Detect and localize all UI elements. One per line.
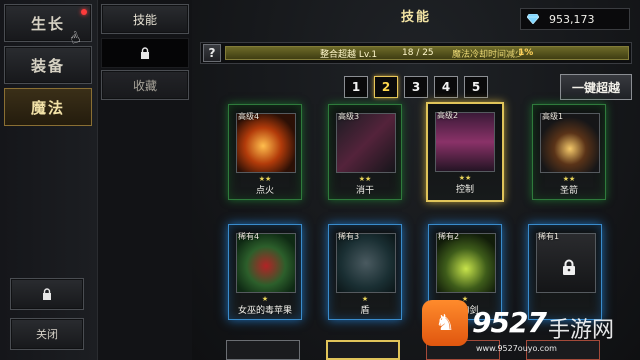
skill-card-poison-apple[interactable]: 稀有4 ★ 女巫的毒苹果 xyxy=(228,224,302,320)
sub-tab-column: 技能 收藏 xyxy=(98,0,192,360)
lock-icon xyxy=(563,259,575,275)
menu-item-growth-label: 生长 xyxy=(30,14,65,33)
skill-rarity: 高级3 xyxy=(338,112,360,121)
menu-item-equipment[interactable]: 装备 xyxy=(4,46,92,84)
skill-card-drain[interactable]: 高级3 ★★ 消干 xyxy=(328,104,402,200)
skill-name: 控制 xyxy=(455,185,474,195)
transcendence-progress: 整合超越 Lv.1 18 / 25 魔法冷却时间减少 1% xyxy=(225,46,629,60)
skill-name: 女巫的毒苹果 xyxy=(237,306,292,316)
skill-rarity: 稀有1 xyxy=(538,232,560,241)
help-button[interactable]: ? xyxy=(203,44,221,62)
watermark: ♞ 9527 手游网 www.9527ouyo.com xyxy=(422,300,632,358)
skill-art xyxy=(336,113,396,173)
lock-icon xyxy=(43,288,51,300)
skill-art xyxy=(336,233,396,293)
page-button-1[interactable]: 1 xyxy=(344,76,368,98)
gem-count: 953,173 xyxy=(549,12,595,26)
skill-rarity: 稀有3 xyxy=(338,232,360,241)
skill-card-control[interactable]: 高级2 ★★ 控制 xyxy=(426,102,504,202)
tab-collection[interactable]: 收藏 xyxy=(101,70,189,100)
skill-stars: ★★ xyxy=(458,174,472,182)
tab-skills-label: 技能 xyxy=(132,12,157,27)
diamond-icon xyxy=(527,14,539,24)
skill-rarity: 高级1 xyxy=(542,112,564,121)
skill-art xyxy=(540,113,600,173)
page-button-5[interactable]: 5 xyxy=(464,76,488,98)
menu-item-magic-label: 魔法 xyxy=(30,98,65,117)
lock-icon xyxy=(141,47,149,59)
watermark-number: 9527 xyxy=(472,306,547,339)
skill-rarity: 稀有2 xyxy=(438,232,460,241)
close-button[interactable]: 关闭 xyxy=(10,318,84,350)
skill-art xyxy=(436,233,496,293)
skill-rarity: 稀有4 xyxy=(238,232,260,241)
tab-locked[interactable] xyxy=(101,38,189,68)
effect-text: 魔法冷却时间减少 xyxy=(452,49,525,60)
watermark-text: 手游网 xyxy=(548,318,615,343)
transcendence-bar: ? 整合超越 Lv.1 18 / 25 魔法冷却时间减少 1% xyxy=(200,42,632,64)
left-menu: 生长 ☝ 装备 魔法 关闭 xyxy=(0,0,98,360)
skill-rarity: 高级4 xyxy=(238,112,260,121)
close-button-label: 关闭 xyxy=(36,328,58,341)
lock-button[interactable] xyxy=(10,278,84,310)
skill-art xyxy=(236,113,296,173)
skill-stars: ★ xyxy=(261,295,269,303)
skill-name: 点火 xyxy=(255,186,274,196)
transcendence-level: Lv.1 xyxy=(358,49,378,60)
ascend-all-button[interactable]: 一键超越 xyxy=(560,74,632,100)
skill-stars: ★★ xyxy=(258,175,272,183)
skill-card-ignite[interactable]: 高级4 ★★ 点火 xyxy=(228,104,302,200)
menu-item-equipment-label: 装备 xyxy=(30,56,65,75)
skill-stars: ★ xyxy=(361,295,369,303)
page-button-2[interactable]: 2 xyxy=(374,76,398,98)
skills-panel: 技能 953,173 ? 整合超越 Lv.1 18 / 25 魔法冷却时间减少 … xyxy=(192,0,640,360)
skill-name: 圣箭 xyxy=(559,186,578,196)
transcendence-label: 整合超越 xyxy=(320,49,357,60)
skill-card-holy-arrow[interactable]: 高级1 ★★ 圣箭 xyxy=(532,104,606,200)
skill-name: 盾 xyxy=(360,306,370,316)
skill-art xyxy=(236,233,296,293)
skill-stars: ★★ xyxy=(562,175,576,183)
skill-stars: ★★ xyxy=(358,175,372,183)
skill-name: 消干 xyxy=(355,186,374,196)
effect-percent: 1% xyxy=(518,48,534,58)
tab-skills[interactable]: 技能 xyxy=(101,4,189,34)
page-button-4[interactable]: 4 xyxy=(434,76,458,98)
skill-art xyxy=(435,112,495,172)
progress-text: 18 / 25 xyxy=(402,48,434,58)
gem-counter: 953,173 xyxy=(520,8,630,30)
horse-logo-icon: ♞ xyxy=(422,300,468,346)
skill-card-partial[interactable] xyxy=(326,340,400,360)
menu-item-magic[interactable]: 魔法 xyxy=(4,88,92,126)
tab-collection-label: 收藏 xyxy=(132,78,157,93)
skill-card-shield[interactable]: 稀有3 ★ 盾 xyxy=(328,224,402,320)
notification-dot xyxy=(81,9,87,15)
skill-rarity: 高级2 xyxy=(437,111,459,120)
watermark-url: www.9527ouyo.com xyxy=(476,344,557,353)
page-button-3[interactable]: 3 xyxy=(404,76,428,98)
skill-card-partial[interactable] xyxy=(226,340,300,360)
